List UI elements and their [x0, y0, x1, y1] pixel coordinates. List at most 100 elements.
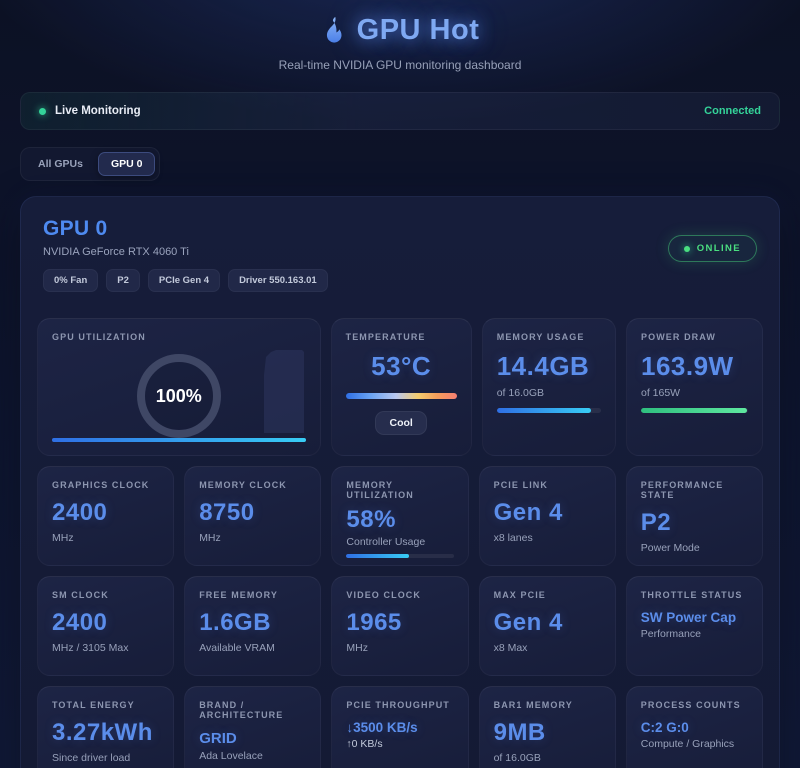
- memory-clock-sub: MHz: [199, 532, 306, 544]
- gpu-badges: 0% Fan P2 PCIe Gen 4 Driver 550.163.01: [43, 269, 328, 292]
- card-label: SM CLOCK: [52, 590, 159, 600]
- card-memory-usage: MEMORY USAGE 14.4GB of 16.0GB: [482, 318, 616, 456]
- badge-pstate: P2: [106, 269, 140, 292]
- card-label: MEMORY USAGE: [497, 332, 601, 342]
- card-label: TOTAL ENERGY: [52, 700, 159, 710]
- flame-icon: [321, 16, 347, 46]
- process-counts-value: C:2 G:0: [641, 720, 748, 735]
- gpu-panel: GPU 0 NVIDIA GeForce RTX 4060 Ti 0% Fan …: [20, 196, 780, 768]
- page-subtitle: Real-time NVIDIA GPU monitoring dashboar…: [20, 58, 780, 72]
- gpu-panel-header: GPU 0 NVIDIA GeForce RTX 4060 Ti 0% Fan …: [37, 213, 763, 292]
- badge-pcie-gen: PCIe Gen 4: [148, 269, 220, 292]
- utilization-bar-fill: [52, 438, 306, 442]
- card-graphics-clock: GRAPHICS CLOCK 2400 MHz: [37, 466, 174, 566]
- card-label: MEMORY CLOCK: [199, 480, 306, 490]
- metrics-grid: GPU UTILIZATION 100% TEMPERATURE: [37, 318, 763, 768]
- card-label: POWER DRAW: [641, 332, 748, 342]
- card-free-memory: FREE MEMORY 1.6GB Available VRAM: [184, 576, 321, 676]
- page-title: GPU Hot: [357, 14, 480, 47]
- card-label: FREE MEMORY: [199, 590, 306, 600]
- app-header: GPU Hot Real-time NVIDIA GPU monitoring …: [20, 12, 780, 72]
- performance-state-value: P2: [641, 509, 748, 537]
- gpu-name: NVIDIA GeForce RTX 4060 Ti: [43, 246, 328, 258]
- gpu-title: GPU 0: [43, 217, 328, 241]
- free-memory-sub: Available VRAM: [199, 642, 306, 654]
- card-pcie-link: PCIE LINK Gen 4 x8 lanes: [479, 466, 616, 566]
- tab-gpu-0[interactable]: GPU 0: [98, 152, 156, 176]
- brand-value: GRID: [199, 730, 306, 747]
- card-label: MEMORY UTILIZATION: [346, 480, 453, 500]
- throttle-status-value: SW Power Cap: [641, 610, 748, 625]
- pcie-link-value: Gen 4: [494, 499, 601, 527]
- memory-usage-value: 14.4GB: [497, 351, 601, 382]
- sm-clock-sub: MHz / 3105 Max: [52, 642, 159, 654]
- card-label: THROTTLE STATUS: [641, 590, 748, 600]
- card-power-draw: POWER DRAW 163.9W of 165W: [626, 318, 763, 456]
- memory-utilization-value: 58%: [346, 506, 453, 534]
- pcie-tx-value: ↑0 KB/s: [346, 738, 453, 750]
- temperature-status-chip: Cool: [375, 411, 426, 435]
- card-video-clock: VIDEO CLOCK 1965 MHz: [331, 576, 468, 676]
- card-label: BAR1 MEMORY: [494, 700, 601, 710]
- power-draw-sub: of 165W: [641, 387, 748, 399]
- card-label: TEMPERATURE: [346, 332, 457, 342]
- badge-driver: Driver 550.163.01: [228, 269, 328, 292]
- card-label: BRAND / ARCHITECTURE: [199, 700, 306, 720]
- card-label: GRAPHICS CLOCK: [52, 480, 159, 490]
- free-memory-value: 1.6GB: [199, 609, 306, 637]
- tab-all-gpus[interactable]: All GPUs: [25, 152, 96, 176]
- max-pcie-sub: x8 Max: [494, 642, 601, 654]
- card-label: PROCESS COUNTS: [641, 700, 748, 710]
- card-label: PERFORMANCE STATE: [641, 480, 748, 500]
- process-counts-sub: Compute / Graphics: [641, 738, 748, 750]
- memory-usage-bar-fill: [497, 408, 591, 413]
- architecture-sub: Ada Lovelace: [199, 750, 306, 762]
- graphics-clock-value: 2400: [52, 499, 159, 527]
- memory-utilization-bar-track: [346, 554, 453, 558]
- connection-status: Connected: [704, 105, 761, 117]
- card-max-pcie: MAX PCIE Gen 4 x8 Max: [479, 576, 616, 676]
- pcie-rx-value: ↓3500 KB/s: [346, 720, 453, 735]
- card-brand-architecture: BRAND / ARCHITECTURE GRID Ada Lovelace: [184, 686, 321, 768]
- video-clock-sub: MHz: [346, 642, 453, 654]
- dashboard: GPU Hot Real-time NVIDIA GPU monitoring …: [0, 0, 800, 768]
- utilization-sparkline: [198, 341, 310, 433]
- total-energy-sub: Since driver load: [52, 752, 159, 764]
- max-pcie-value: Gen 4: [494, 609, 601, 637]
- card-process-counts: PROCESS COUNTS C:2 G:0 Compute / Graphic…: [626, 686, 763, 768]
- sm-clock-value: 2400: [52, 609, 159, 637]
- memory-usage-sub: of 16.0GB: [497, 387, 601, 399]
- card-label: MAX PCIE: [494, 590, 601, 600]
- memory-utilization-sub: Controller Usage: [346, 536, 453, 548]
- card-bar1-memory: BAR1 MEMORY 9MB of 16.0GB: [479, 686, 616, 768]
- throttle-status-sub: Performance: [641, 628, 748, 640]
- performance-state-sub: Power Mode: [641, 542, 748, 554]
- graphics-clock-sub: MHz: [52, 532, 159, 544]
- card-memory-clock: MEMORY CLOCK 8750 MHz: [184, 466, 321, 566]
- utilization-value: 100%: [156, 386, 202, 407]
- live-status-dot-icon: [39, 108, 46, 115]
- memory-usage-bar-track: [497, 408, 601, 413]
- card-label: VIDEO CLOCK: [346, 590, 453, 600]
- online-dot-icon: [684, 246, 690, 252]
- card-label: PCIE LINK: [494, 480, 601, 490]
- card-total-energy: TOTAL ENERGY 3.27kWh Since driver load: [37, 686, 174, 768]
- utilization-bar-track: [52, 438, 306, 442]
- card-pcie-throughput: PCIE THROUGHPUT ↓3500 KB/s ↑0 KB/s: [331, 686, 468, 768]
- card-throttle-status: THROTTLE STATUS SW Power Cap Performance: [626, 576, 763, 676]
- online-badge: ONLINE: [668, 235, 757, 262]
- card-memory-utilization: MEMORY UTILIZATION 58% Controller Usage: [331, 466, 468, 566]
- memory-utilization-bar-fill: [346, 554, 408, 558]
- bar1-memory-value: 9MB: [494, 719, 601, 747]
- power-draw-value: 163.9W: [641, 351, 748, 382]
- live-monitoring-label: Live Monitoring: [55, 105, 141, 117]
- video-clock-value: 1965: [346, 609, 453, 637]
- card-sm-clock: SM CLOCK 2400 MHz / 3105 Max: [37, 576, 174, 676]
- temperature-value: 53°C: [346, 351, 457, 382]
- card-gpu-utilization: GPU UTILIZATION 100%: [37, 318, 321, 456]
- card-label: PCIE THROUGHPUT: [346, 700, 453, 710]
- power-draw-bar-track: [641, 408, 748, 413]
- bar1-memory-sub: of 16.0GB: [494, 752, 601, 764]
- live-monitoring-bar: Live Monitoring Connected: [20, 92, 780, 130]
- card-performance-state: PERFORMANCE STATE P2 Power Mode: [626, 466, 763, 566]
